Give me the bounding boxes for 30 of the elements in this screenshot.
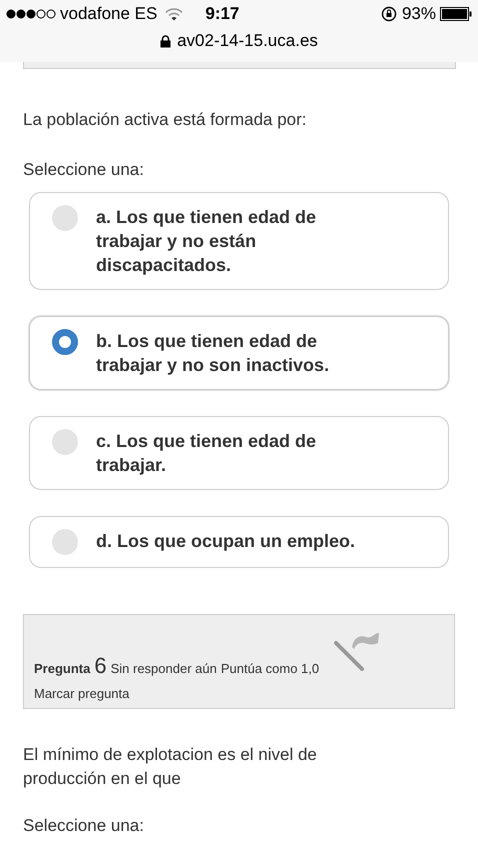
carrier-name: vodafone ES (60, 3, 158, 26)
wifi-icon (165, 8, 184, 20)
signal-strength-icon (6, 9, 56, 19)
answer-option[interactable]: c. Los que tienen edad de trabajar. (29, 416, 449, 490)
option-label: c. Los que tienen edad de trabajar. (96, 430, 318, 477)
flag-question-link[interactable]: Marcar pregunta (34, 684, 130, 704)
question-number: 6 (94, 652, 107, 680)
option-label: b. Los que tienen edad de trabajar y no son inactivos. (96, 330, 330, 377)
radio-button[interactable] (52, 205, 78, 231)
rotation-lock-icon (380, 6, 397, 22)
answer-option[interactable]: d. Los que ocupan un empleo. (29, 516, 449, 568)
radio-button[interactable] (52, 429, 78, 455)
url-text[interactable]: av02-14-15.uca.es (177, 28, 318, 54)
question-grade: Puntúa como 1,0 (220, 660, 320, 678)
question-label: Pregunta (34, 660, 90, 678)
radio-button[interactable] (52, 529, 78, 555)
answer-option[interactable]: a. Los que tienen edad de trabajar y no están discapacitados. (29, 192, 449, 290)
question-text: La población activa está formada por: (23, 109, 308, 131)
radio-button[interactable] (52, 329, 78, 355)
battery-icon (440, 7, 472, 21)
answer-option[interactable]: b. Los que tienen edad de trabajar y no son inactivos. (29, 316, 449, 390)
prompt-text: Seleccione una: (23, 158, 145, 180)
question-text: El mínimo de explotacion es el nivel de producción en el que (23, 744, 318, 790)
question-status: Sin responder aún (110, 660, 217, 678)
battery-percent: 93% (402, 3, 436, 26)
prompt-text: Seleccione una: (23, 815, 145, 837)
option-label: d. Los que ocupan un empleo. (96, 530, 356, 553)
lock-icon (160, 34, 172, 48)
clock-time: 9:17 (205, 3, 240, 26)
option-label: a. Los que tienen edad de trabajar y no están discapacitados. (96, 206, 318, 277)
